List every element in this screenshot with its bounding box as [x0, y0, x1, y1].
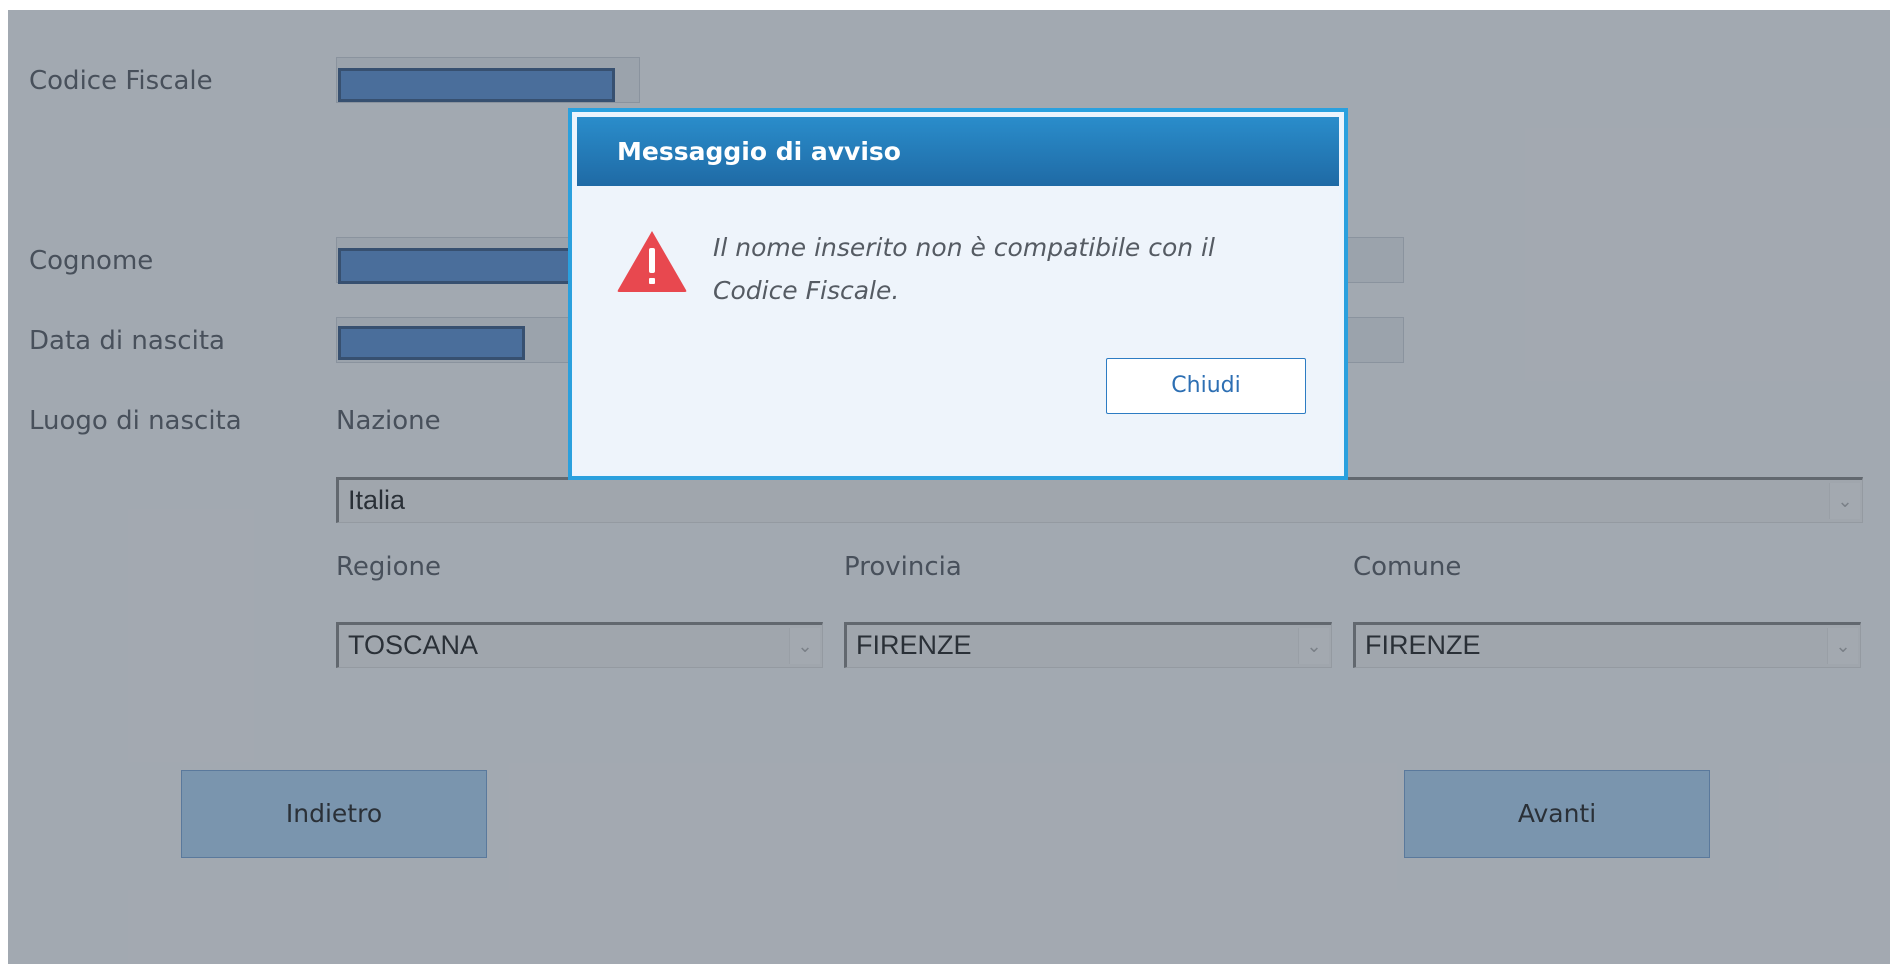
dialog-body: Il nome inserito non è compatibile con i… [577, 186, 1339, 471]
dialog-message: Il nome inserito non è compatibile con i… [713, 233, 1215, 305]
close-button[interactable]: Chiudi [1106, 358, 1306, 414]
warning-dialog: Messaggio di avviso Il nome inserito non… [568, 108, 1348, 480]
dialog-title: Messaggio di avviso [617, 137, 901, 166]
warning-icon [617, 231, 687, 292]
dialog-header: Messaggio di avviso [577, 117, 1339, 186]
